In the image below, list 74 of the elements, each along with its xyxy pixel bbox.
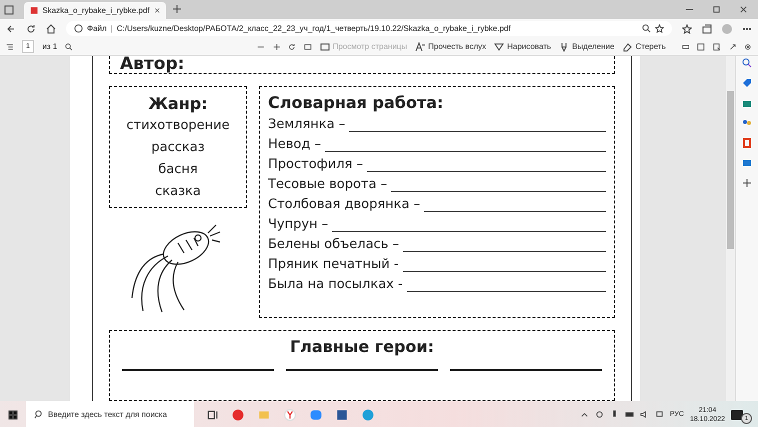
collections-icon[interactable]	[702, 24, 712, 34]
tab-actions-icon[interactable]	[4, 4, 14, 14]
read-aloud-icon	[415, 42, 426, 52]
url-text: C:/Users/kuzne/Desktop/РАБОТА/2_класс_22_23_уч_год/1_четверть/19.10.22/Skazka_o_rybake_i_rybke.pdf	[116, 24, 511, 33]
fill-in-line[interactable]	[402, 270, 606, 272]
genre-option: стихотворение	[126, 115, 230, 138]
genre-option: рассказ	[151, 137, 205, 160]
pdf-icon	[30, 6, 38, 15]
eraser-icon	[622, 42, 632, 52]
vocabulary-title: Словарная работа:	[268, 92, 444, 114]
genre-title: Жанр:	[148, 93, 208, 116]
search-icon[interactable]	[742, 58, 752, 68]
pen-icon	[494, 42, 504, 52]
highlighter-icon	[559, 42, 570, 52]
fill-in-line[interactable]	[366, 170, 606, 172]
fill-in-line[interactable]	[450, 368, 602, 372]
rotate-icon[interactable]	[288, 42, 296, 52]
task-view-icon[interactable]	[206, 408, 218, 420]
file-label: Файл	[87, 24, 107, 33]
vocabulary-word: Пряник печатный -	[268, 256, 399, 274]
toolbar-button[interactable]: Прочесть вслух	[415, 42, 486, 52]
toolbar-button[interactable]: Нарисовать	[494, 42, 552, 52]
zoom-in-icon[interactable]	[272, 42, 280, 52]
heroes-title: Главные герои:	[290, 337, 434, 356]
refresh-icon[interactable]	[26, 24, 36, 34]
fill-in-line[interactable]	[332, 230, 606, 232]
vocabulary-word: Столбовая дворянка –	[268, 196, 420, 214]
maximize-icon[interactable]	[712, 5, 721, 14]
volume-icon[interactable]	[640, 410, 649, 419]
fill-in-line[interactable]	[403, 250, 606, 252]
author-label: Автор:	[120, 56, 184, 74]
new-tab-icon[interactable]	[172, 4, 182, 14]
favorite-icon[interactable]	[655, 24, 664, 33]
vocabulary-word: Чупрун –	[268, 216, 328, 234]
fullscreen-icon[interactable]	[728, 42, 736, 52]
windows-icon[interactable]	[8, 410, 18, 420]
genre-option: басня	[158, 159, 198, 182]
genre-option: сказка	[155, 181, 201, 204]
vocabulary-word: Была на посылках -	[268, 276, 403, 294]
address-separator: |	[110, 24, 113, 33]
search-icon[interactable]	[65, 42, 73, 52]
contents-icon[interactable]	[6, 42, 14, 52]
toolbar-button[interactable]: Выделение	[559, 42, 614, 52]
fill-in-line[interactable]	[122, 368, 274, 372]
vocabulary-word: Землянка –	[268, 116, 346, 134]
zoom-icon[interactable]	[642, 24, 651, 33]
back-icon[interactable]	[6, 24, 16, 34]
toolbar-button[interactable]: Стереть	[622, 42, 666, 52]
fill-in-line[interactable]	[349, 130, 606, 132]
browser-tab[interactable]: Skazka_o_rybake_i_rybke.pdf	[24, 2, 166, 19]
favorites-icon[interactable]	[682, 24, 692, 34]
save-as-icon[interactable]	[713, 42, 721, 52]
close-icon[interactable]	[739, 5, 748, 14]
fill-in-line[interactable]	[424, 210, 606, 212]
scrollbar[interactable]	[726, 56, 735, 401]
search-icon	[34, 410, 43, 419]
tag-icon[interactable]	[742, 78, 752, 88]
taskbar-search-field[interactable]: Введите здесь текст для поиска	[26, 401, 194, 427]
address-bar[interactable]: Файл | C:/Users/kuzne/Desktop/РАБОТА/2_класс_22_23_уч_год/1_четверть/19.10.22/Skazka_o_rybake_i_rybke.pdf	[66, 21, 672, 36]
chevron-up-icon[interactable]	[580, 410, 589, 419]
notification-icon[interactable]	[731, 410, 743, 420]
fill-in-line[interactable]	[325, 150, 606, 152]
home-icon[interactable]	[46, 24, 56, 34]
fill-in-line[interactable]	[286, 368, 438, 372]
close-icon[interactable]	[154, 7, 160, 14]
fill-in-line[interactable]	[406, 290, 606, 292]
scrollbar-thumb[interactable]	[727, 91, 734, 249]
page-total: из 1	[42, 42, 58, 51]
vocabulary-word: Невод –	[268, 136, 322, 154]
vocabulary-word: Простофиля –	[268, 156, 363, 174]
fill-in-line[interactable]	[391, 190, 606, 192]
vocabulary-word: Тесовые ворота –	[268, 176, 388, 194]
vocabulary-word: Белены объелась –	[268, 236, 399, 254]
add-icon[interactable]	[742, 178, 752, 188]
